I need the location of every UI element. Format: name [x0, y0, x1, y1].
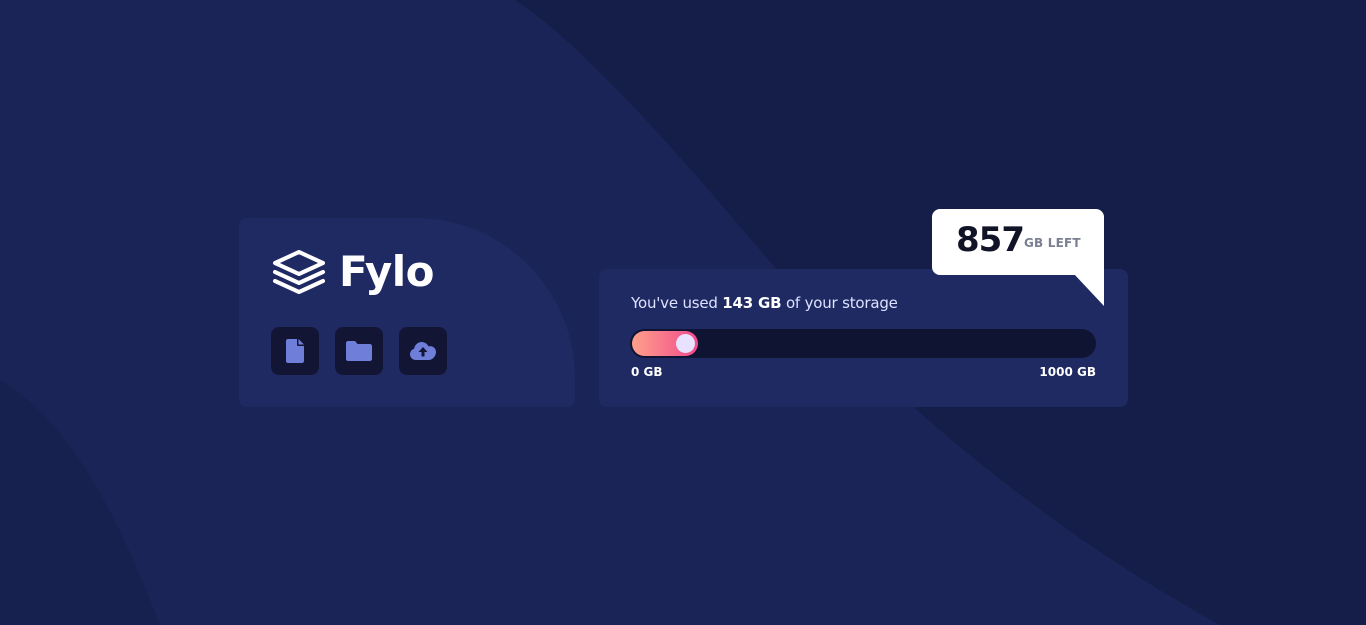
- document-icon: [286, 339, 304, 363]
- logo: Fylo: [271, 247, 435, 296]
- folder-button[interactable]: [335, 327, 383, 375]
- remaining-callout: 857 GB LEFT: [932, 209, 1104, 275]
- usage-summary: You've used 143 GB of your storage: [631, 294, 898, 312]
- storage-meter-knob: [676, 334, 695, 353]
- scale-min-label: 0 GB: [631, 365, 663, 379]
- document-button[interactable]: [271, 327, 319, 375]
- scale-max-label: 1000 GB: [1039, 365, 1096, 379]
- folder-icon: [346, 341, 372, 361]
- storage-meter: [630, 329, 1096, 358]
- usage-prefix: You've used: [631, 294, 723, 312]
- brand-name: Fylo: [339, 247, 435, 296]
- cloud-upload-icon: [410, 342, 436, 360]
- callout-tail: [1074, 274, 1104, 306]
- remaining-unit: GB LEFT: [1024, 236, 1081, 250]
- usage-suffix: of your storage: [781, 294, 898, 312]
- used-amount: 143 GB: [722, 294, 782, 312]
- storage-meter-fill: [632, 331, 698, 356]
- upload-button[interactable]: [399, 327, 447, 375]
- action-buttons: [271, 327, 447, 375]
- storage-card: You've used 143 GB of your storage 0 GB …: [599, 269, 1128, 407]
- stacked-layers-icon: [273, 250, 325, 294]
- remaining-value: 857: [956, 220, 1025, 260]
